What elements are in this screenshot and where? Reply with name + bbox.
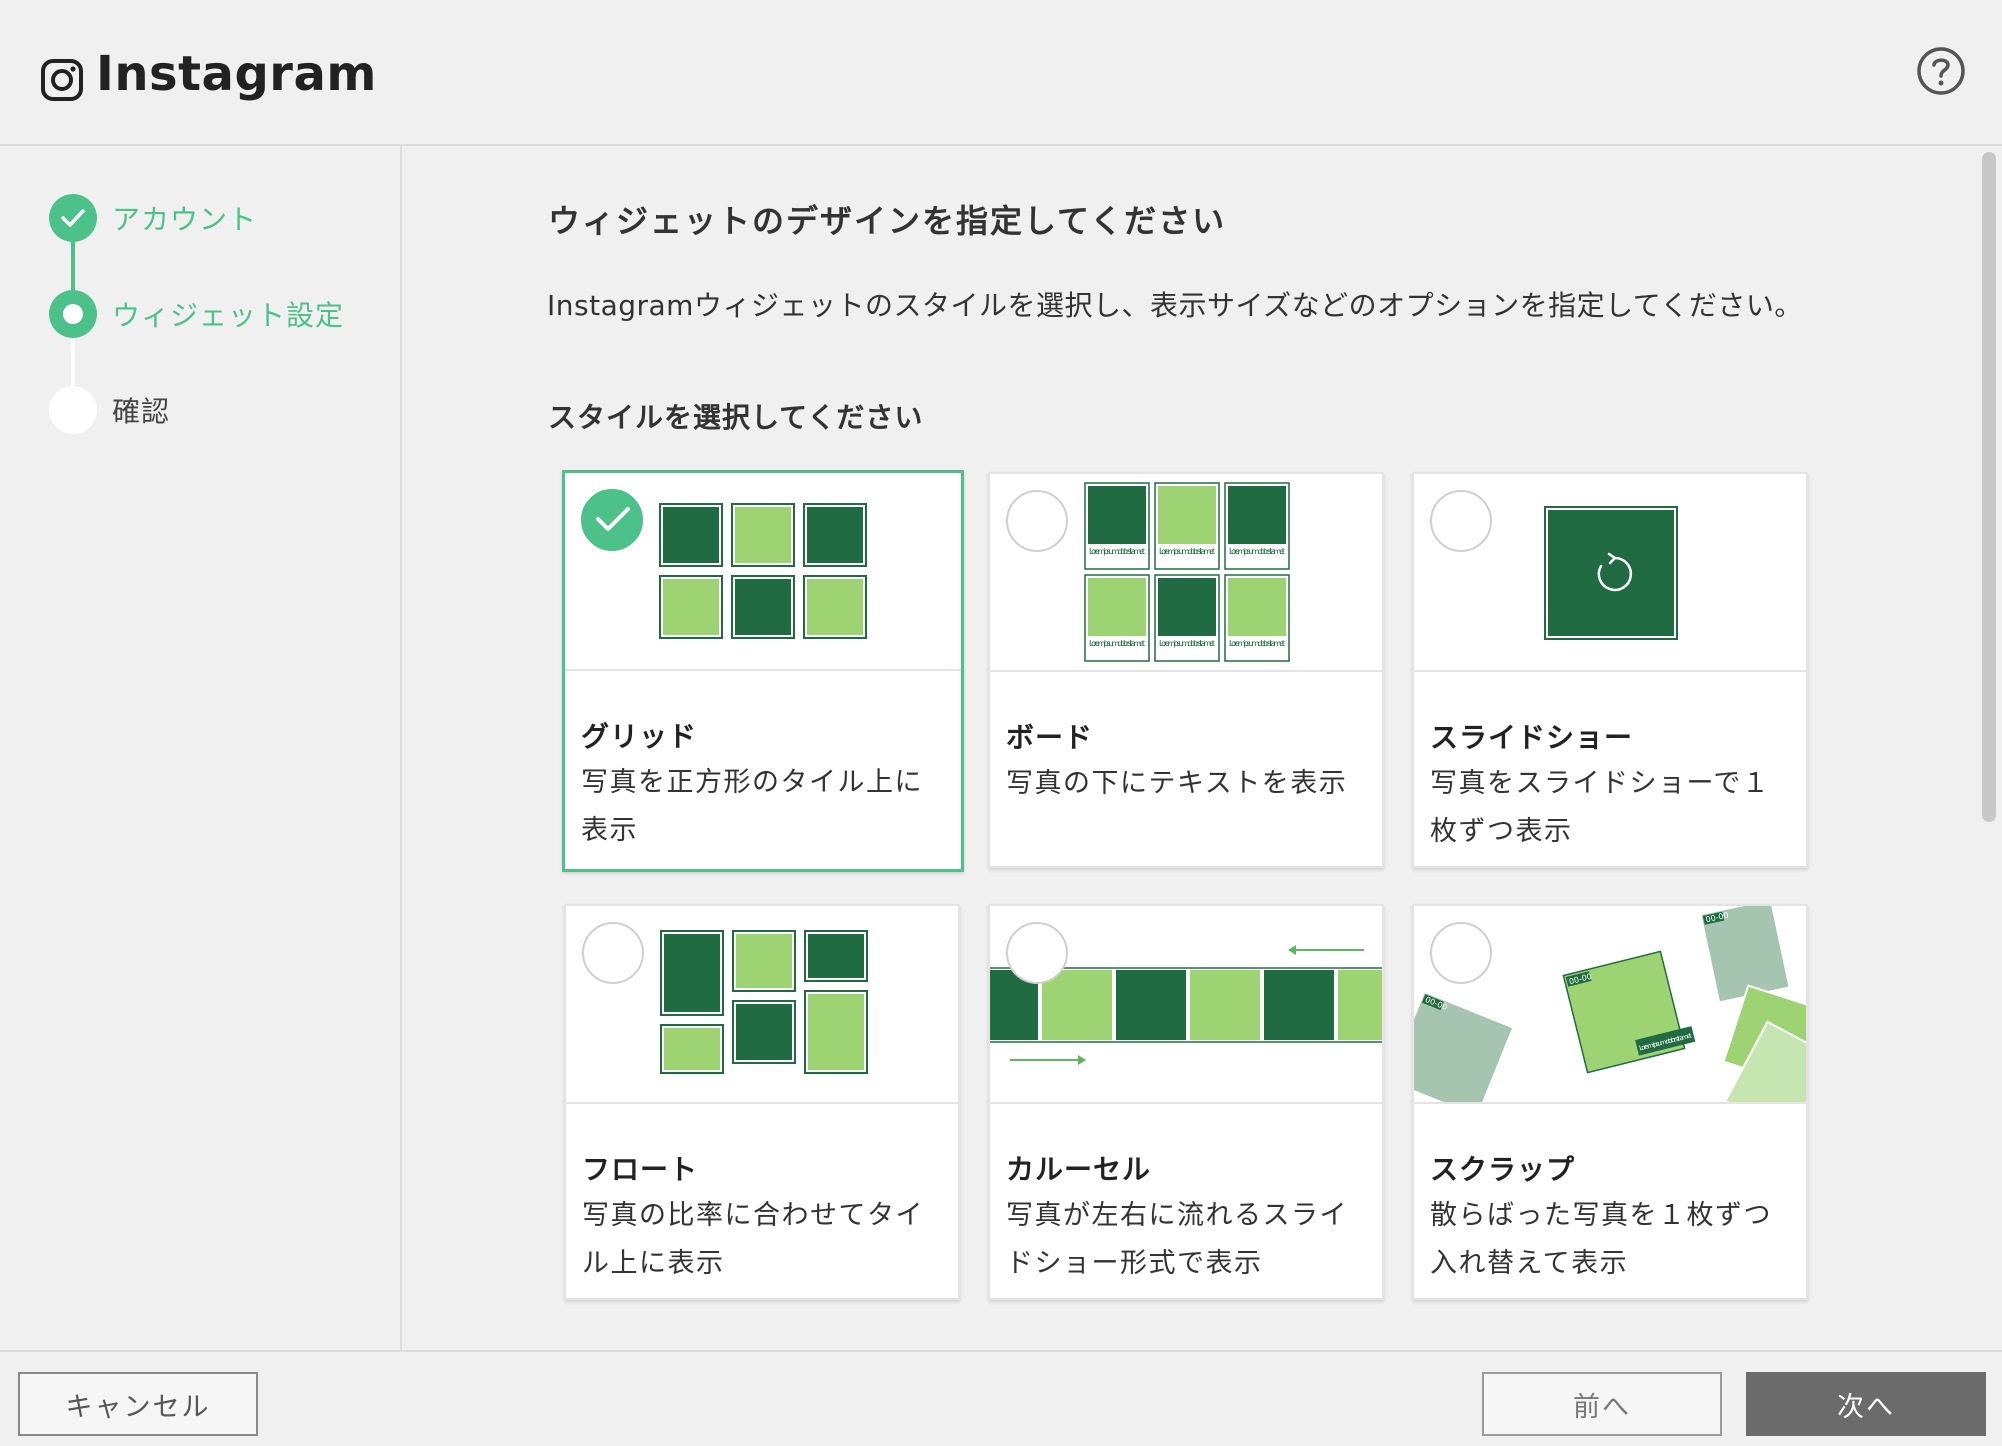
step-pending-icon [49, 386, 97, 434]
style-name: スクラップ [1430, 1153, 1576, 1186]
instagram-widget-dialog: Instagram アカウント ウィジェット設定 確認 ウィジェットのデザインを… [0, 0, 2002, 1446]
dialog-footer: キャンセル 前へ 次へ [0, 1350, 2002, 1446]
style-name: カルーセル [1006, 1153, 1152, 1186]
style-description: 写真が左右に流れるスライドショー形式で表示 [1006, 1200, 1348, 1279]
section-heading: ウィジェットのデザインを指定してください [548, 202, 1227, 240]
step-label-account: アカウント [112, 203, 258, 236]
style-card-scrap[interactable]: 00-00 00-00 00-00 Lorem ipsum dolor sit … [1412, 904, 1808, 1300]
style-card-grid[interactable]: グリッド 写真を正方形のタイル上に表示 [562, 470, 964, 872]
page-title: Instagram [96, 46, 377, 102]
instagram-icon [41, 59, 83, 101]
radio-checked-icon[interactable] [581, 489, 643, 551]
next-button[interactable]: 次へ [1746, 1372, 1986, 1436]
previous-button[interactable]: 前へ [1482, 1372, 1722, 1436]
carousel-thumbnail [990, 906, 1382, 1104]
step-label-widget-settings: ウィジェット設定 [112, 299, 345, 332]
style-description: 写真を正方形のタイル上に表示 [581, 767, 923, 846]
board-thumbnail: Lorem ipsum dolor sit amet Lorem ipsum d… [990, 474, 1382, 672]
step-label-confirm: 確認 [112, 395, 171, 428]
board-caption: Lorem ipsum dolor sit amet [1089, 639, 1145, 648]
tile [731, 503, 795, 567]
style-description: 写真の比率に合わせてタイル上に表示 [582, 1200, 924, 1279]
tile [803, 575, 867, 639]
board-caption: Lorem ipsum dolor sit amet [1159, 639, 1215, 648]
scrap-thumbnail: 00-00 00-00 00-00 Lorem ipsum dolor sit … [1414, 906, 1806, 1104]
tile [732, 1000, 796, 1064]
tile [660, 930, 724, 1016]
style-description: 写真の下にテキストを表示 [1006, 768, 1348, 799]
style-card-slideshow[interactable]: スライドショー 写真をスライドショーで１枚ずつ表示 [1412, 472, 1808, 868]
board-caption: Lorem ipsum dolor sit amet [1229, 547, 1285, 556]
style-card-float[interactable]: フロート 写真の比率に合わせてタイル上に表示 [564, 904, 960, 1300]
style-card-carousel[interactable]: カルーセル 写真が左右に流れるスライドショー形式で表示 [988, 904, 1384, 1300]
board-illustration: Lorem ipsum dolor sit amet Lorem ipsum d… [1084, 482, 1290, 662]
board-caption: Lorem ipsum dolor sit amet [1159, 547, 1215, 556]
style-name: スライドショー [1430, 721, 1634, 754]
tile [804, 930, 868, 982]
tile [804, 990, 868, 1074]
refresh-icon [1597, 552, 1633, 592]
tile [731, 575, 795, 639]
style-description: 散らばった写真を１枚ずつ入れ替えて表示 [1430, 1200, 1772, 1279]
radio-unchecked-icon[interactable] [582, 922, 644, 984]
radio-unchecked-icon[interactable] [1430, 922, 1492, 984]
radio-unchecked-icon[interactable] [1006, 922, 1068, 984]
style-name: グリッド [581, 720, 698, 753]
style-card-board[interactable]: Lorem ipsum dolor sit amet Lorem ipsum d… [988, 472, 1384, 868]
slideshow-thumbnail [1414, 474, 1806, 672]
board-caption: Lorem ipsum dolor sit amet [1089, 547, 1145, 556]
tile [660, 1024, 724, 1074]
radio-unchecked-icon[interactable] [1430, 490, 1492, 552]
tile [659, 503, 723, 567]
scrollbar-thumb[interactable] [1982, 152, 1996, 822]
cancel-button[interactable]: キャンセル [18, 1372, 258, 1436]
style-name: ボード [1006, 721, 1094, 754]
style-description: 写真をスライドショーで１枚ずつ表示 [1430, 768, 1771, 847]
tile [659, 575, 723, 639]
step-check-icon [49, 194, 97, 242]
float-thumbnail [566, 906, 958, 1104]
tile [803, 503, 867, 567]
grid-thumbnail [565, 473, 961, 671]
style-heading: スタイルを選択してください [548, 401, 924, 434]
radio-unchecked-icon[interactable] [1006, 490, 1068, 552]
help-icon[interactable] [1916, 46, 1966, 96]
board-caption: Lorem ipsum dolor sit amet [1229, 639, 1285, 648]
dialog-header: Instagram [0, 0, 2002, 146]
style-name: フロート [582, 1153, 699, 1186]
step-current-icon [49, 290, 97, 338]
tile [732, 930, 796, 992]
main-content: ウィジェットのデザインを指定してください Instagramウィジェットのスタイ… [404, 146, 1980, 1350]
vertical-scrollbar[interactable] [1976, 146, 2002, 1350]
stepper-sidebar: アカウント ウィジェット設定 確認 [0, 146, 402, 1350]
section-description: Instagramウィジェットのスタイルを選択し、表示サイズなどのオプションを指… [547, 289, 1803, 322]
